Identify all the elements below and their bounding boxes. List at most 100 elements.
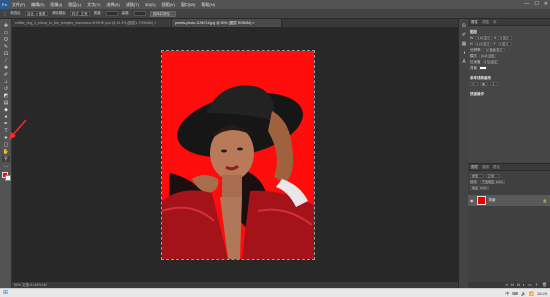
depth-label: 位深度 <box>470 59 481 64</box>
history-panel-icon[interactable]: ⏲ <box>461 23 467 29</box>
grid-icon[interactable]: ▦ <box>480 82 488 86</box>
tab-properties[interactable]: 属性 <box>471 20 478 25</box>
width-label: 宽度: <box>93 11 102 15</box>
height-label: 高度: <box>121 11 130 15</box>
network-icon[interactable]: 📶 <box>529 290 534 297</box>
visibility-eye-icon[interactable]: ◉ <box>470 198 474 203</box>
document-tab-active[interactable]: pexels-photo-1196716.jpg @ 50% (图层 RGB/8… <box>172 19 282 27</box>
clock-time[interactable]: 16:29 <box>537 290 547 297</box>
hand-tool-icon[interactable]: ✋ <box>2 149 10 155</box>
layers-panel-tabs: 图层 通道 路径 <box>468 164 550 171</box>
adjustments-panel-icon[interactable]: ◑ <box>461 50 467 56</box>
resolution-field[interactable]: 72 像素/英寸 <box>483 48 505 52</box>
depth-select[interactable]: 8 位/通道 <box>482 60 499 64</box>
x-label: X <box>494 36 497 40</box>
select-and-mask-button[interactable]: 选择并遮住... <box>149 10 177 17</box>
menu-3d[interactable]: 3D(D) <box>142 2 159 7</box>
document-workspace <box>12 27 458 282</box>
ime-indicator[interactable]: 中 <box>505 290 509 297</box>
resolution-label: 分辨率: <box>470 47 482 52</box>
zoom-tool-icon[interactable]: ⚲ <box>2 156 10 162</box>
layer-name: 背景 <box>488 198 496 202</box>
tab-libraries[interactable]: 库 <box>493 20 497 25</box>
type-tool-icon[interactable]: T <box>2 128 10 134</box>
move-tool-icon[interactable]: ✥ <box>2 23 10 29</box>
fill-field[interactable]: 填充: 100% <box>470 186 490 190</box>
menu-filter[interactable]: 滤镜(T) <box>123 2 142 8</box>
height-field[interactable]: 4.23 英寸 <box>474 42 492 46</box>
opacity-field[interactable]: 不透明度: 100% <box>479 180 506 184</box>
style-select[interactable]: 样式: 正常 <box>69 11 90 16</box>
width-field[interactable] <box>105 11 118 16</box>
document-tab-bar: coffee_ring_2_elbow_to_the_temples_marve… <box>12 19 458 27</box>
swatches-panel-icon[interactable]: ▦ <box>461 41 467 47</box>
new-selection-option[interactable]: 新选区 <box>10 11 21 16</box>
layer-kind-filter[interactable]: 类型 <box>470 174 484 178</box>
close-icon[interactable]: ✕ <box>544 1 548 7</box>
maximize-icon[interactable]: ☐ <box>534 1 538 7</box>
section-guides-title: 参考线和画布 <box>470 75 491 80</box>
guides-icon[interactable]: ┼ <box>490 82 498 86</box>
system-tray: 中 ⌨ 🔊 📶 16:29 <box>505 290 547 297</box>
mode-label: 模式 <box>470 53 477 58</box>
lasso-tool-icon[interactable]: ʘ <box>2 37 10 43</box>
volume-icon[interactable]: 🔊 <box>521 290 526 297</box>
tab-channels[interactable]: 通道 <box>482 165 489 170</box>
portrait-image <box>162 51 314 259</box>
menu-file[interactable]: 文件(F) <box>9 2 28 8</box>
menu-select[interactable]: 选择(S) <box>103 2 122 8</box>
menu-layer[interactable]: 图层(L) <box>65 2 84 8</box>
photoshop-logo-icon: Ps <box>0 0 9 9</box>
document-tab[interactable]: coffee_ring_2_elbow_to_the_temples_marve… <box>12 19 172 27</box>
menu-view[interactable]: 视图(V) <box>159 2 178 8</box>
dodge-tool-icon[interactable]: ● <box>2 114 10 120</box>
mode-select[interactable]: RGB 颜色 <box>479 54 497 58</box>
tab-paths[interactable]: 路径 <box>493 165 500 170</box>
image-canvas[interactable] <box>161 50 315 260</box>
layer-row-background[interactable]: ◉ 背景 🔒 <box>468 195 550 206</box>
x-field[interactable]: 0 英寸 <box>498 36 513 40</box>
character-panel-icon[interactable]: A <box>461 59 467 65</box>
blend-mode-select[interactable]: 正常 <box>486 174 500 178</box>
eyedropper-tool-icon[interactable]: ⁄ <box>2 58 10 64</box>
anti-alias-checkbox[interactable]: 消除锯齿 <box>52 11 66 16</box>
height-field[interactable] <box>133 11 146 16</box>
keyboard-icon[interactable]: ⌨ <box>512 290 518 297</box>
path-select-tool-icon[interactable]: ➤ <box>2 135 10 141</box>
width-field[interactable]: 3.16 英寸 <box>475 36 492 40</box>
shape-tool-icon[interactable]: ▢ <box>2 142 10 148</box>
history-brush-tool-icon[interactable]: ↺ <box>2 86 10 92</box>
marquee-options-icon[interactable]: ⬚ <box>3 12 6 16</box>
healing-brush-tool-icon[interactable]: ✚ <box>2 65 10 71</box>
quick-select-tool-icon[interactable]: ✎ <box>2 44 10 50</box>
blur-tool-icon[interactable]: ◆ <box>2 107 10 113</box>
marquee-tool-icon[interactable]: ▭ <box>2 30 10 36</box>
window-controls: — ☐ ✕ <box>524 1 548 7</box>
brush-settings-icon[interactable]: ✐ <box>461 32 467 38</box>
windows-start-icon[interactable]: ⊞ <box>2 290 9 297</box>
menu-image[interactable]: 图像(I) <box>47 2 65 8</box>
eraser-tool-icon[interactable]: ◩ <box>2 93 10 99</box>
y-field[interactable]: 0 英寸 <box>497 42 512 46</box>
gradient-tool-icon[interactable]: ▤ <box>2 100 10 106</box>
layers-panel: 图层 通道 路径 类型 正常 锁定: 不透明度: 100% 填充: 100% ◉… <box>468 163 550 288</box>
background-swatch[interactable] <box>479 66 487 70</box>
ruler-icon[interactable]: ▭ <box>470 82 478 86</box>
menu-type[interactable]: 文字(Y) <box>84 2 103 8</box>
crop-tool-icon[interactable]: ⊡ <box>2 51 10 57</box>
section-quick-actions-title: 快速操作 <box>470 91 484 96</box>
layer-controls: 类型 正常 锁定: 不透明度: 100% 填充: 100% <box>470 173 548 191</box>
brush-tool-icon[interactable]: ✐ <box>2 72 10 78</box>
menu-help[interactable]: 帮助(H) <box>198 2 218 8</box>
tools-panel: ✥ ▭ ʘ ✎ ⊡ ⁄ ✚ ✐ ⊥ ↺ ◩ ▤ ◆ ● ✒ T ➤ ▢ ✋ ⚲… <box>0 19 12 288</box>
menu-edit[interactable]: 编辑(E) <box>28 2 47 8</box>
more-tools-icon[interactable]: … <box>2 163 10 169</box>
minimize-icon[interactable]: — <box>524 1 529 7</box>
feather-field[interactable]: 羽化: 0 像素 <box>24 11 48 16</box>
pen-tool-icon[interactable]: ✒ <box>2 121 10 127</box>
background-color-swatch[interactable] <box>5 175 11 181</box>
tab-adjustments[interactable]: 调整 <box>482 20 489 25</box>
menu-window[interactable]: 窗口(W) <box>178 2 198 8</box>
tab-layers[interactable]: 图层 <box>471 165 478 170</box>
clone-stamp-tool-icon[interactable]: ⊥ <box>2 79 10 85</box>
